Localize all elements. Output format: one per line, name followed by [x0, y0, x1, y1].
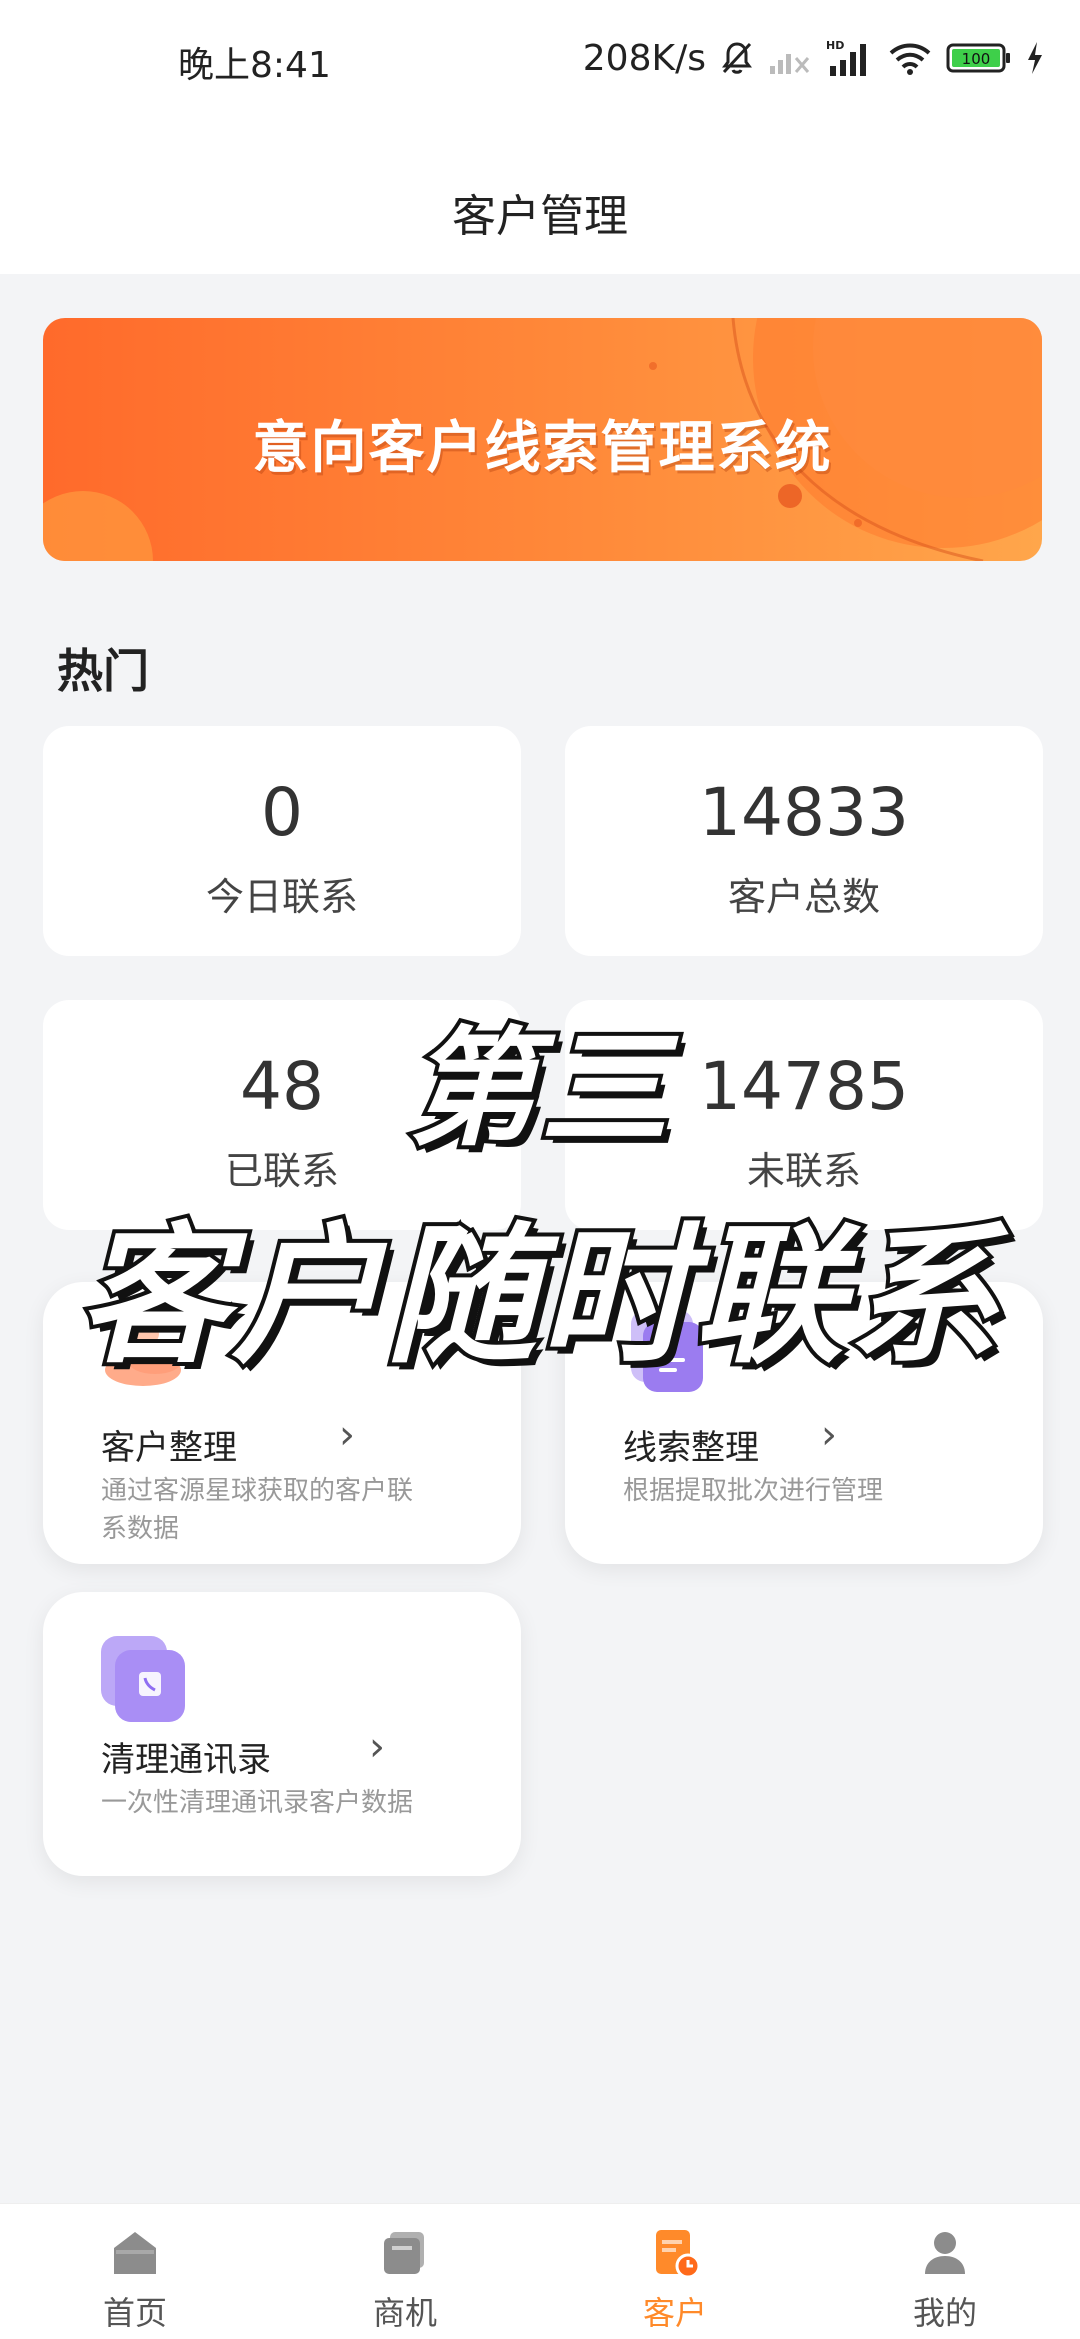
nav-label: 商机 [372, 2294, 437, 2332]
feature-title: 客户整理 [101, 1428, 237, 1468]
svg-text:HD: HD [826, 39, 844, 52]
home-icon [110, 2228, 160, 2278]
stat-value: 14833 [699, 774, 909, 851]
nav-label: 我的 [912, 2294, 977, 2332]
signal-hd-icon: HD [826, 38, 874, 78]
overlay-text-line2: 客户随时联系 [74, 1206, 1002, 1388]
battery-level: 100 [962, 50, 991, 68]
section-title-hot: 热门 [57, 644, 149, 698]
nav-item-profile[interactable]: 我的 [810, 2204, 1080, 2339]
chevron-right-icon: › [821, 1412, 837, 1458]
opportunity-icon [380, 2228, 430, 2278]
stat-card-today-contact[interactable]: 0 今日联系 [43, 726, 521, 956]
contacts-icon [101, 1636, 191, 1730]
status-icons: 208K/s HD 100 [583, 30, 1044, 86]
bottom-nav: 首页 商机 客户 我的 [0, 2203, 1080, 2339]
feature-title: 线索整理 [623, 1428, 759, 1468]
nav-item-customer[interactable]: 客户 [540, 2204, 810, 2339]
customer-icon [650, 2228, 701, 2279]
banner-title: 意向客户线索管理系统 [252, 416, 833, 481]
signal-weak-icon [768, 40, 812, 76]
network-speed: 208K/s [582, 37, 706, 79]
stat-label: 今日联系 [205, 875, 358, 919]
battery-icon: 100 [946, 40, 1012, 76]
feature-card-clean-contacts[interactable]: 清理通讯录 › 一次性清理通讯录客户数据 [43, 1592, 521, 1876]
profile-icon [920, 2228, 970, 2278]
nav-label: 客户 [642, 2294, 707, 2332]
stat-value: 0 [261, 774, 303, 851]
promo-banner[interactable]: 意向客户线索管理系统 [43, 318, 1042, 561]
page-title: 客户管理 [452, 191, 628, 242]
stat-card-total-customers[interactable]: 14833 客户总数 [565, 726, 1043, 956]
stat-label: 客户总数 [727, 875, 880, 919]
mute-bell-icon [720, 40, 754, 76]
chevron-right-icon: › [369, 1724, 385, 1770]
nav-item-opportunity[interactable]: 商机 [270, 2204, 540, 2339]
status-time: 晚上8:41 [178, 45, 331, 86]
chevron-right-icon: › [339, 1412, 355, 1458]
charging-icon [1026, 40, 1044, 76]
feature-desc: 通过客源星球获取的客户联系数据 [101, 1476, 414, 1544]
top-bar: 晚上8:41 208K/s HD 100 客户管理 [0, 0, 1080, 274]
feature-title: 清理通讯录 [101, 1740, 271, 1780]
nav-label: 首页 [102, 2294, 167, 2332]
feature-desc: 一次性清理通讯录客户数据 [101, 1788, 414, 1818]
overlay-text-line1: 第三 [404, 1011, 672, 1168]
feature-desc: 根据提取批次进行管理 [623, 1476, 884, 1506]
wifi-icon [888, 40, 932, 76]
nav-item-home[interactable]: 首页 [0, 2204, 270, 2339]
